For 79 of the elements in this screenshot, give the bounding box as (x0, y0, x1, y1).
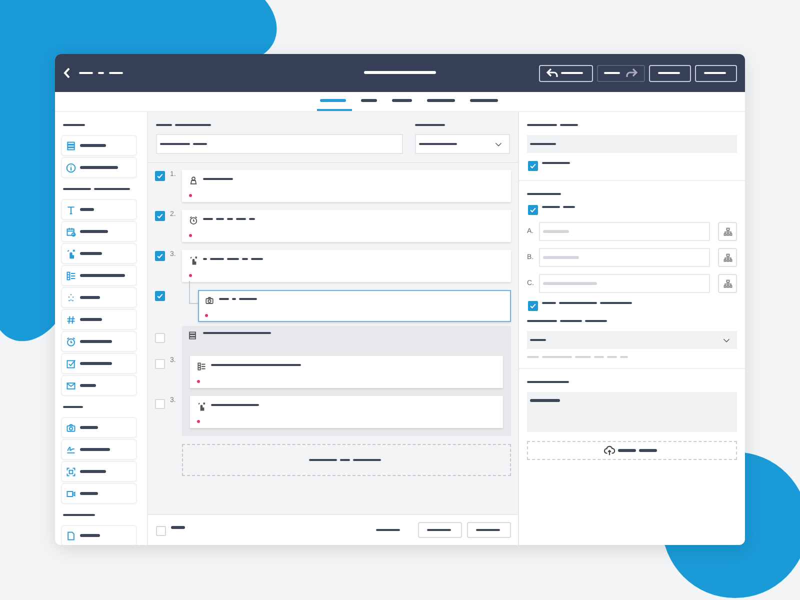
required-dot (189, 274, 192, 277)
option-input-field[interactable] (539, 274, 710, 293)
header-button[interactable] (649, 64, 691, 82)
question-card[interactable] (190, 356, 503, 388)
required-dot (197, 420, 200, 423)
header-button[interactable] (695, 64, 737, 82)
field-type-item[interactable] (62, 376, 136, 395)
field-type-item[interactable] (62, 526, 136, 545)
field-type-item[interactable] (62, 484, 136, 503)
stack-icon (66, 140, 76, 150)
envelope-icon (66, 380, 76, 390)
stack-icon (188, 330, 197, 340)
required-dot (189, 234, 192, 237)
info-icon (66, 162, 76, 172)
checkbox[interactable] (528, 161, 538, 171)
alarm-clock-icon (189, 216, 198, 225)
checkbox[interactable] (155, 291, 165, 301)
chevron-down-icon (723, 338, 730, 342)
checkbox[interactable] (528, 301, 538, 311)
hierarchy-icon (722, 252, 732, 262)
upload-button[interactable] (527, 441, 737, 460)
hash-icon (66, 314, 76, 324)
field-type-item[interactable] (62, 200, 136, 219)
option-input-field[interactable] (539, 222, 710, 241)
required-dot (205, 314, 208, 317)
calendar-icon (66, 226, 76, 236)
hand-tap-icon (189, 256, 198, 265)
dropdown[interactable] (415, 134, 510, 154)
branch-button[interactable] (718, 274, 737, 293)
field-type-item[interactable] (62, 418, 136, 437)
redo-icon (626, 68, 638, 78)
branch-button[interactable] (718, 248, 737, 267)
undo-icon (546, 68, 558, 78)
video-camera-icon (66, 488, 76, 498)
field-type-item[interactable] (62, 136, 136, 155)
checkbox-icon (66, 358, 76, 368)
field-type-item[interactable] (62, 332, 136, 351)
input-field[interactable] (156, 134, 403, 154)
camera-icon (205, 296, 214, 305)
alarm-clock-icon (66, 336, 76, 346)
field-type-item[interactable] (62, 244, 136, 263)
field-type-item[interactable] (62, 462, 136, 481)
checkbox[interactable] (528, 205, 538, 215)
back-icon (63, 67, 71, 79)
checkbox[interactable] (155, 171, 165, 181)
option-input-field[interactable] (539, 248, 710, 267)
scan-frame-icon (66, 466, 76, 476)
list-grid-icon (197, 362, 206, 371)
hierarchy-icon (722, 278, 732, 288)
letter-t-icon (66, 204, 76, 214)
field-type-item[interactable] (62, 354, 136, 373)
person-icon (189, 176, 198, 185)
hand-tap-icon (197, 402, 206, 411)
signature-icon (66, 444, 76, 454)
field-type-item[interactable] (62, 222, 136, 241)
camera-icon (66, 422, 76, 432)
required-dot (189, 194, 192, 197)
dotted-star-icon (66, 292, 76, 302)
footer-button[interactable] (418, 522, 462, 538)
hierarchy-icon (722, 226, 732, 236)
field-type-item[interactable] (62, 440, 136, 459)
redo-button[interactable] (597, 64, 645, 82)
field-type-item[interactable] (62, 158, 136, 177)
field-type-item[interactable] (62, 310, 136, 329)
undo-button[interactable] (539, 64, 593, 82)
required-dot (197, 380, 200, 383)
footer-button[interactable] (467, 522, 511, 538)
chevron-down-icon (495, 142, 502, 146)
branch-button[interactable] (718, 222, 737, 241)
title-placeholder (364, 71, 436, 74)
input-field[interactable] (527, 135, 737, 153)
document-icon (66, 530, 76, 540)
cloud-upload-icon (604, 445, 615, 456)
field-type-item[interactable] (62, 266, 136, 285)
hand-tap-icon (66, 248, 76, 258)
list-grid-icon (66, 270, 76, 280)
field-type-item[interactable] (62, 288, 136, 307)
checkbox[interactable] (155, 211, 165, 221)
checkbox[interactable] (155, 251, 165, 261)
